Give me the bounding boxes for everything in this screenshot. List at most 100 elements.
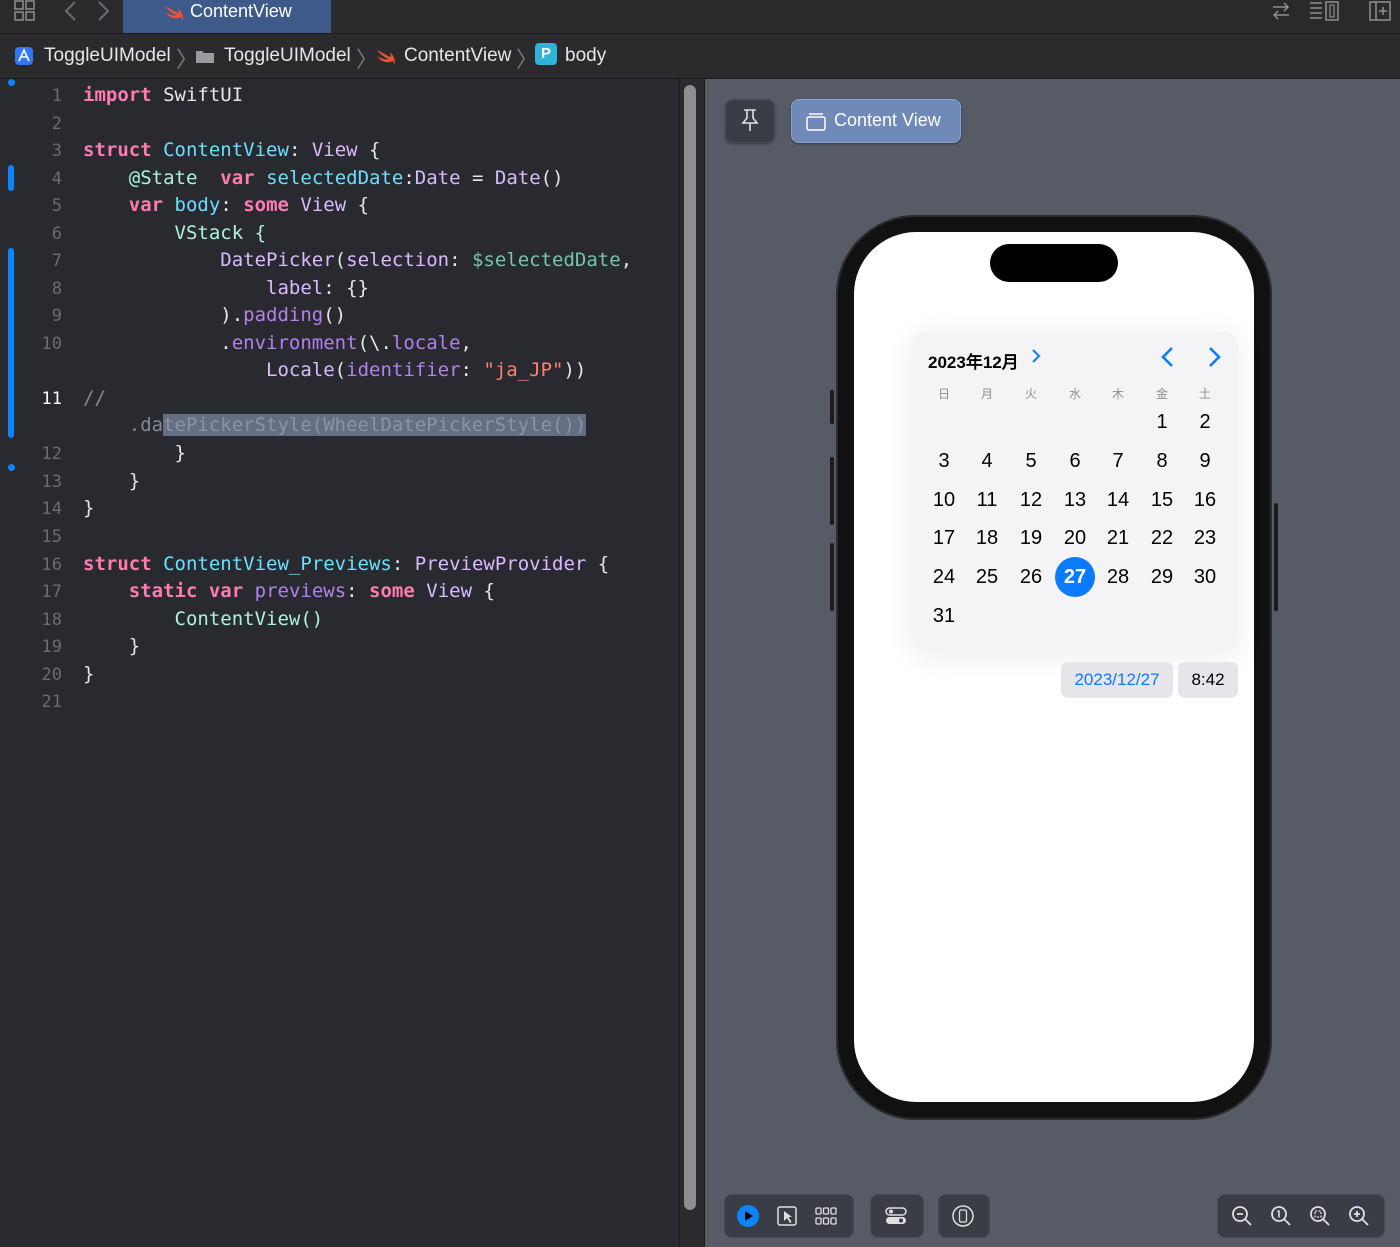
day-cell[interactable]: 28 <box>1098 557 1138 597</box>
day-cell[interactable]: 6 <box>1055 441 1095 481</box>
action-button <box>830 390 834 424</box>
breadcrumb-file[interactable]: ContentView <box>404 44 511 68</box>
line-number: 9 <box>51 306 62 326</box>
day-cell[interactable]: 22 <box>1142 518 1182 558</box>
code-line: struct ContentView_Previews: PreviewProv… <box>83 553 610 575</box>
line-number: 17 <box>41 582 62 602</box>
change-marker <box>8 165 14 191</box>
code-line: } <box>83 442 186 464</box>
grid-icon[interactable] <box>14 0 36 24</box>
time-field-button[interactable]: 8:42 <box>1178 662 1238 698</box>
tab-bar: ContentView <box>0 0 1400 34</box>
day-cell[interactable]: 3 <box>924 441 964 481</box>
line-number: 14 <box>41 499 62 519</box>
line-number-current: 11 <box>41 389 62 409</box>
line-number: 1 <box>51 86 62 106</box>
weekday-label: 金 <box>1155 387 1168 401</box>
line-number: 2 <box>51 114 62 134</box>
day-cell[interactable]: 1 <box>1142 402 1182 442</box>
line-number: 8 <box>51 279 62 299</box>
power-button <box>1274 503 1278 611</box>
breadcrumb-symbol[interactable]: body <box>565 44 606 68</box>
zoom-out-icon[interactable] <box>1230 1204 1254 1228</box>
day-cell[interactable]: 2 <box>1185 402 1225 442</box>
day-cell[interactable]: 20 <box>1055 518 1095 558</box>
day-cell[interactable]: 4 <box>967 441 1007 481</box>
day-cell[interactable]: 21 <box>1098 518 1138 558</box>
zoom-100-icon[interactable] <box>1269 1204 1293 1228</box>
inspector-layout-icon[interactable] <box>1308 0 1340 24</box>
code-line: import SwiftUI <box>83 84 244 106</box>
month-chevron-icon[interactable] <box>1030 346 1042 371</box>
day-cell[interactable]: 30 <box>1185 557 1225 597</box>
code-line: @State var selectedDate:Date = Date() <box>83 167 564 189</box>
swap-icon[interactable] <box>1270 0 1292 24</box>
pin-button[interactable] <box>725 99 775 143</box>
live-preview-play-icon[interactable] <box>736 1204 760 1228</box>
variants-grid-icon[interactable] <box>814 1204 838 1228</box>
day-cell[interactable]: 13 <box>1055 480 1095 520</box>
code-line: static var previews: some View { <box>128 580 495 602</box>
code-line: label: {} <box>266 277 369 299</box>
breadcrumb: ToggleUIModel 〉 ToggleUIModel 〉 ContentV… <box>0 34 1400 79</box>
breadcrumb-project[interactable]: ToggleUIModel <box>44 44 171 68</box>
pin-icon <box>739 108 761 137</box>
device-settings-icon[interactable] <box>951 1204 975 1228</box>
code-line: struct ContentView: View { <box>83 139 381 161</box>
code-line: ).padding() <box>83 304 347 326</box>
forward-chevron-icon[interactable] <box>94 0 112 24</box>
line-number: 15 <box>41 527 62 547</box>
day-cell[interactable]: 31 <box>924 596 964 636</box>
tab-contentview[interactable]: ContentView <box>123 0 331 33</box>
weekday-label: 水 <box>1068 387 1081 401</box>
zoom-in-icon[interactable] <box>1347 1204 1371 1228</box>
weekday-label: 月 <box>980 387 993 401</box>
day-cell[interactable]: 17 <box>924 518 964 558</box>
line-number: 3 <box>51 141 62 161</box>
canvas-settings-icon[interactable] <box>884 1204 908 1228</box>
change-marker <box>8 248 14 438</box>
day-cell[interactable]: 9 <box>1185 441 1225 481</box>
vertical-scrollbar[interactable] <box>684 85 696 1210</box>
next-month-button[interactable] <box>1202 344 1226 372</box>
code-line: Locale(identifier: "ja_JP")) <box>266 359 587 381</box>
zoom-to-fit-icon[interactable] <box>1308 1204 1332 1228</box>
day-cell[interactable]: 11 <box>967 480 1007 520</box>
tab-label: ContentView <box>190 1 292 21</box>
back-chevron-icon[interactable] <box>62 0 80 24</box>
line-number: 20 <box>41 665 62 685</box>
dynamic-island <box>990 244 1118 282</box>
day-cell[interactable]: 23 <box>1185 518 1225 558</box>
content-view-button[interactable]: Content View <box>791 99 961 143</box>
xcode-project-icon <box>14 44 34 68</box>
day-cell[interactable]: 5 <box>1011 441 1051 481</box>
breadcrumb-folder[interactable]: ToggleUIModel <box>224 44 351 68</box>
date-field-button[interactable]: 2023/12/27 <box>1061 662 1173 698</box>
line-number: 4 <box>51 169 62 189</box>
day-cell[interactable]: 8 <box>1142 441 1182 481</box>
day-cell[interactable]: 29 <box>1142 557 1182 597</box>
line-number: 13 <box>41 472 62 492</box>
month-label[interactable]: 2023年12月 <box>928 348 1019 373</box>
day-cell[interactable]: 10 <box>924 480 964 520</box>
day-cell[interactable]: 24 <box>924 557 964 597</box>
selectable-mode-icon[interactable] <box>775 1204 799 1228</box>
day-cell[interactable]: 25 <box>967 557 1007 597</box>
day-cell[interactable]: 15 <box>1142 480 1182 520</box>
line-number: 7 <box>51 251 62 271</box>
day-cell[interactable]: 14 <box>1098 480 1138 520</box>
day-cell[interactable]: 7 <box>1098 441 1138 481</box>
day-cell[interactable]: 26 <box>1011 557 1051 597</box>
day-cell-selected[interactable]: 27 <box>1055 557 1095 597</box>
day-cell[interactable]: 18 <box>967 518 1007 558</box>
code-line: } <box>83 497 95 519</box>
day-cell[interactable]: 19 <box>1011 518 1051 558</box>
day-cell[interactable]: 12 <box>1011 480 1051 520</box>
day-cell[interactable]: 16 <box>1185 480 1225 520</box>
weekday-label: 日 <box>937 387 950 401</box>
swift-file-icon <box>375 44 395 68</box>
previous-month-button[interactable] <box>1156 344 1180 372</box>
add-editor-icon[interactable] <box>1368 0 1392 24</box>
text-selection: tePickerStyle(WheelDatePickerStyle()) <box>163 414 587 436</box>
weekday-label: 土 <box>1198 387 1211 401</box>
